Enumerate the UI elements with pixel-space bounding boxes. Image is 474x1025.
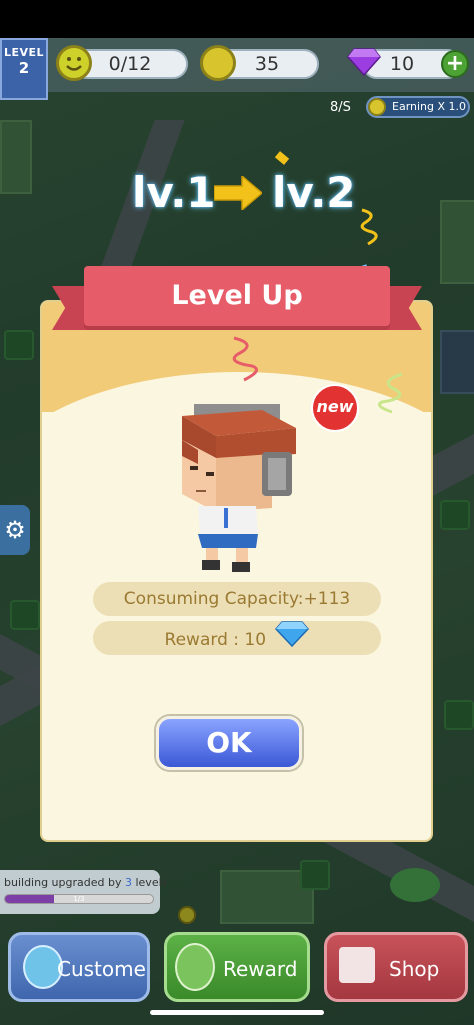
plus-icon: + <box>445 51 465 76</box>
home-indicator[interactable] <box>150 1010 324 1015</box>
status-bar <box>0 0 474 38</box>
earning-rate: 8/S <box>330 100 351 115</box>
dialog-title: Level Up <box>171 280 303 311</box>
customer-label: Custome <box>57 957 146 981</box>
capacity-pill: Consuming Capacity:+113 <box>93 582 381 616</box>
reward-medal-icon <box>175 943 215 991</box>
upgrade-progress-text: building upgraded by 3 levels <box>4 876 167 889</box>
new-badge: new <box>311 384 359 432</box>
character-illustration <box>176 394 302 574</box>
reward-pill: Reward : 10 <box>93 621 381 655</box>
new-badge-text: new <box>316 397 354 416</box>
shop-icon <box>339 947 375 983</box>
settings-gear-icon[interactable]: ⚙ <box>0 505 30 555</box>
upgrade-progress-label: 1/3 <box>73 895 85 903</box>
diamond-icon <box>275 621 310 659</box>
smile-icon <box>56 45 92 81</box>
capacity-text: Consuming Capacity:+113 <box>123 589 351 609</box>
level-badge: LEVEL 2 <box>0 38 48 100</box>
to-level: lv.2 <box>272 168 356 217</box>
ok-button[interactable]: OK <box>156 716 302 770</box>
gem-icon <box>347 48 381 77</box>
arrow-right-icon <box>213 174 264 212</box>
reward-label: Reward <box>223 957 298 981</box>
reward-tab-button[interactable]: Reward <box>164 932 310 1002</box>
ok-label: OK <box>206 726 252 759</box>
upgrade-prefix: building upgraded by <box>4 876 125 889</box>
population-value: 0/12 <box>108 53 152 75</box>
upgrade-count: 3 <box>124 876 132 889</box>
coin-value: 35 <box>254 53 280 75</box>
gem-value: 10 <box>389 53 415 75</box>
coin-icon <box>200 45 236 81</box>
level-label: LEVEL <box>3 46 45 59</box>
level-value: 2 <box>18 59 30 77</box>
streamer <box>358 208 384 248</box>
upgrade-suffix: levels <box>131 876 168 889</box>
from-level: lv.1 <box>132 168 216 217</box>
shop-label: Shop <box>389 957 440 981</box>
add-gems-button[interactable]: + <box>441 50 469 78</box>
shop-tab-button[interactable]: Shop <box>324 932 468 1002</box>
earning-multiplier-text: Earning X 1.0 <box>392 100 467 113</box>
streamer <box>372 372 408 414</box>
customer-tab-button[interactable]: Custome <box>8 932 150 1002</box>
earning-coin-icon <box>368 98 386 116</box>
reward-text: Reward : 10 <box>164 630 267 650</box>
streamer <box>228 336 268 382</box>
